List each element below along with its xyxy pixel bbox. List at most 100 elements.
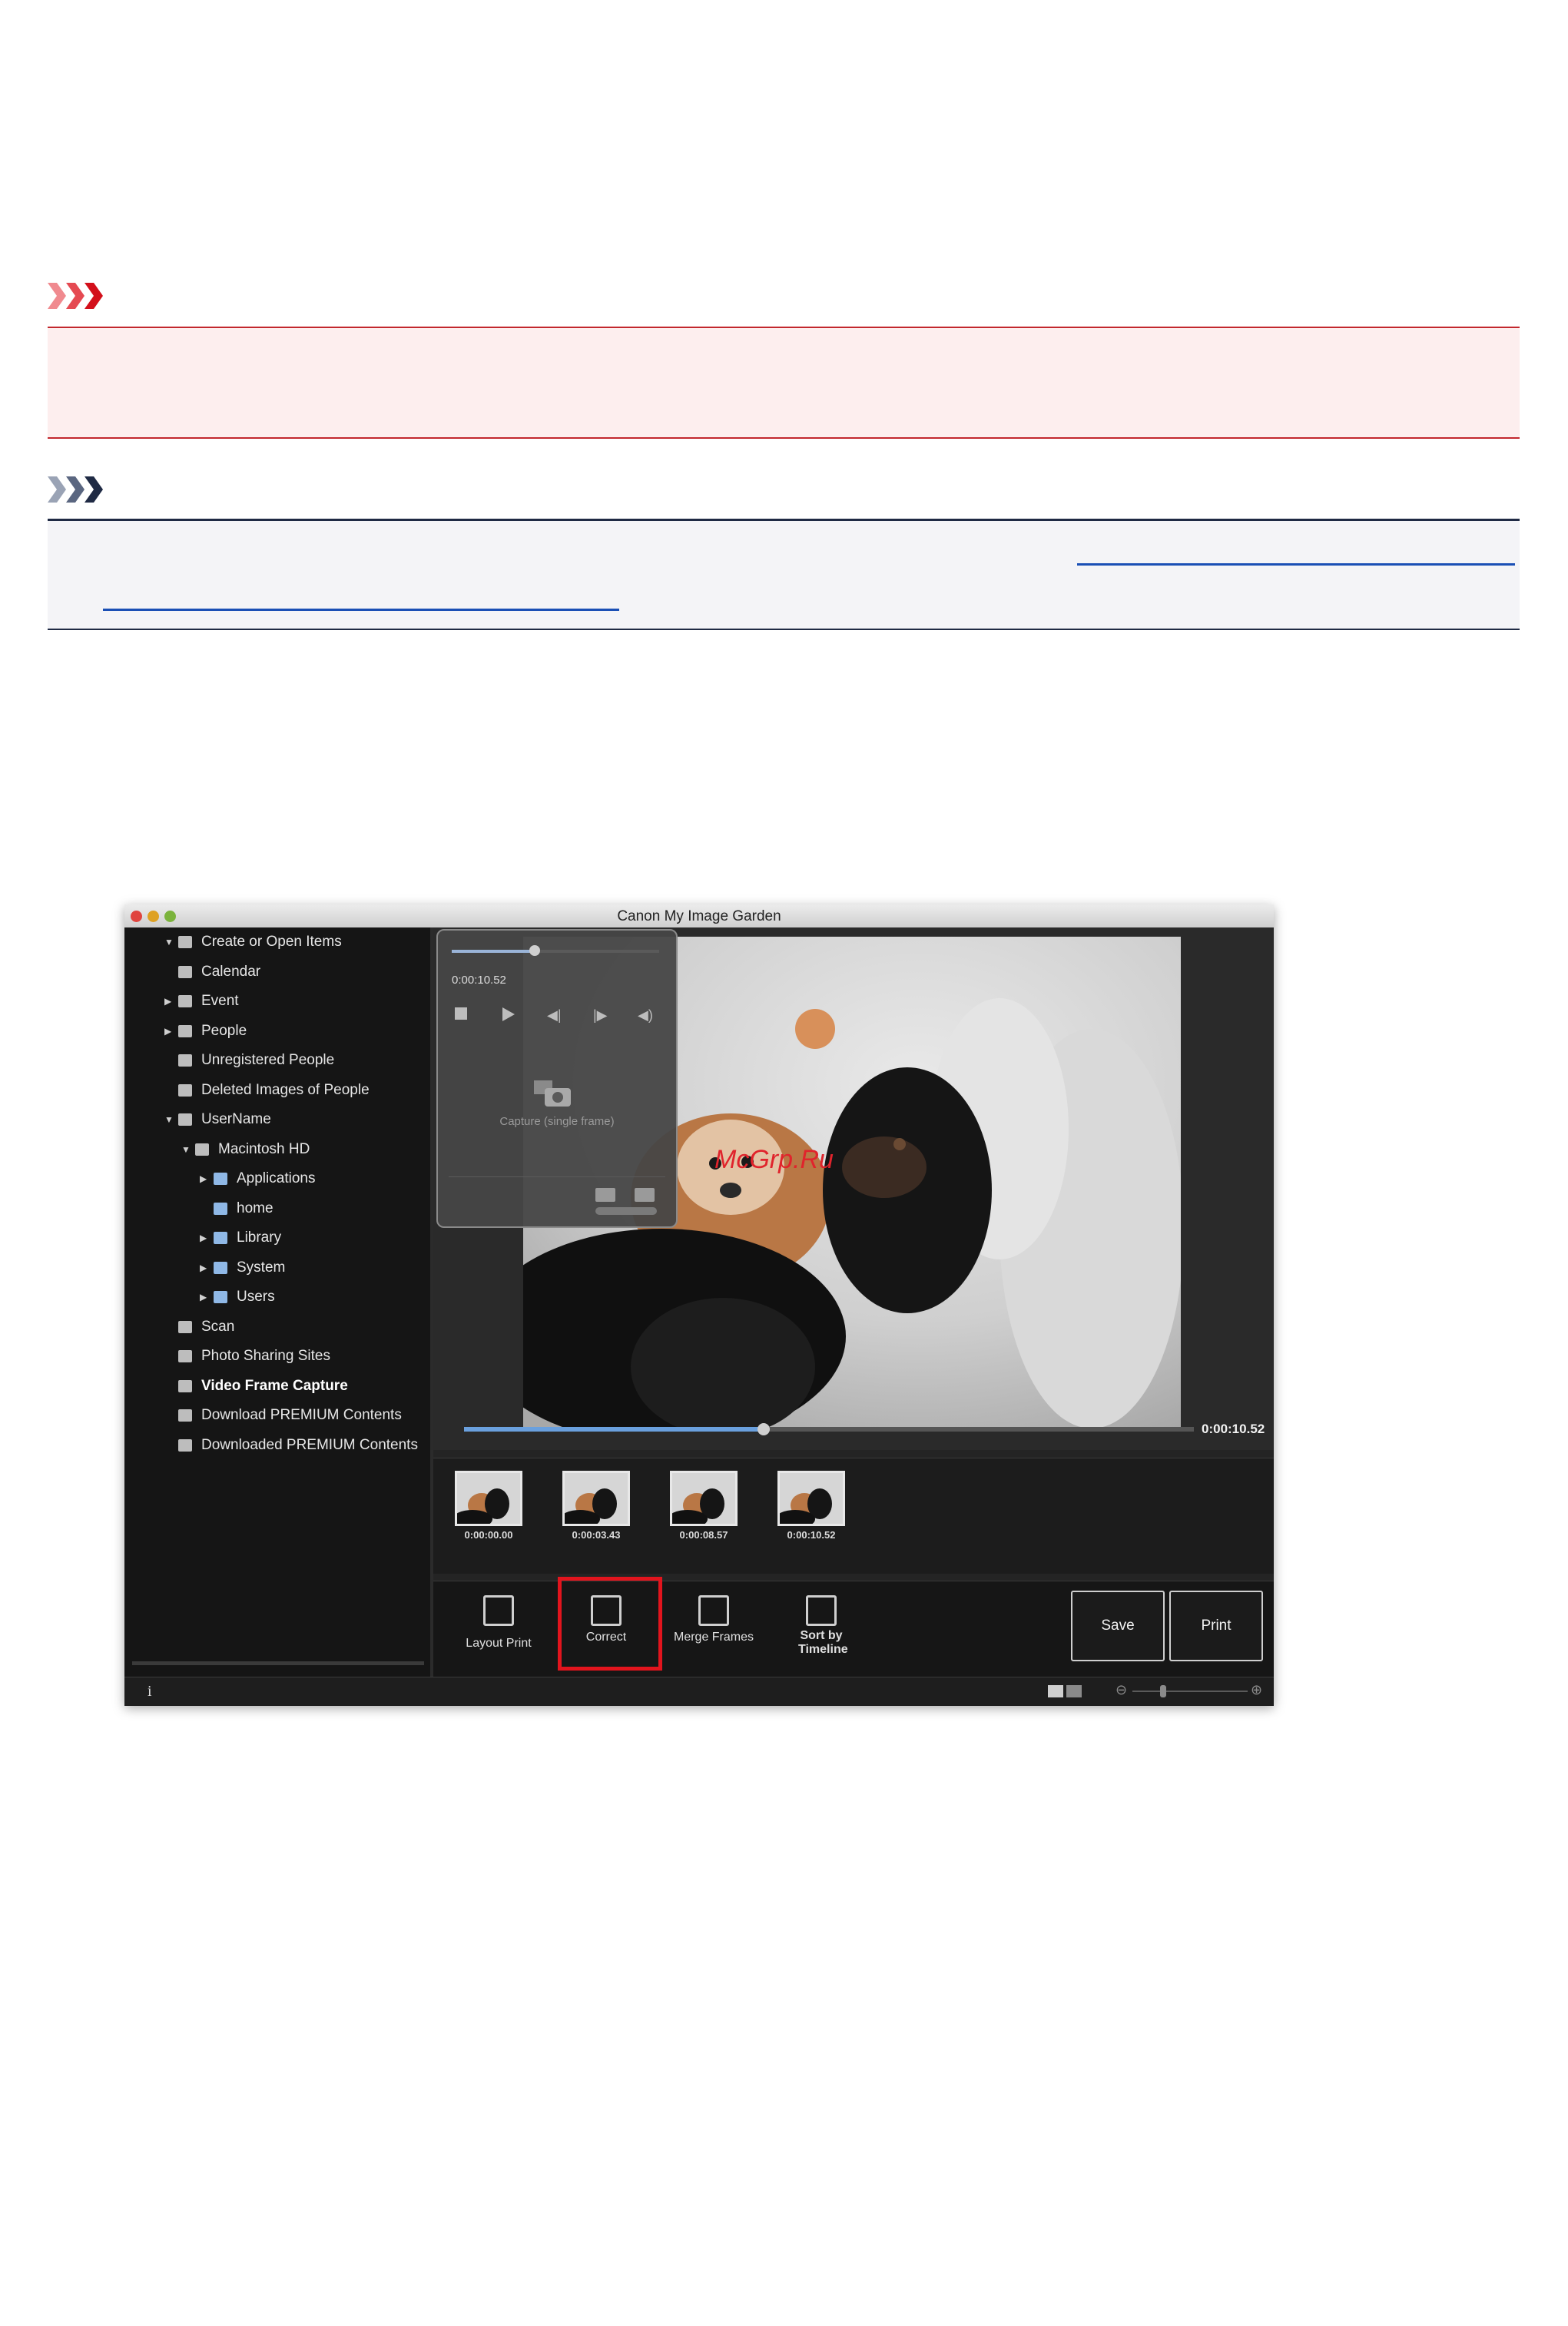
- sort-by-timeline-button[interactable]: Sort by Timeline: [771, 1591, 871, 1667]
- timeline-handle[interactable]: [757, 1423, 770, 1435]
- view-mode-icon-1[interactable]: [1048, 1685, 1063, 1697]
- zoom-out-icon[interactable]: ⊖: [1116, 1682, 1127, 1698]
- sidebar: ▼ Create or Open Items Calendar ▶ Event ▶ Peop…: [124, 927, 433, 1677]
- item-icon: [178, 1438, 192, 1452]
- captured-frames-strip: 0:00:00.00 0:00:03.43 0:00:08.57 0:00:10.52: [433, 1458, 1274, 1574]
- chevron-right-icon[interactable]: ▶: [200, 1256, 207, 1279]
- zoom-slider-handle[interactable]: [1160, 1685, 1166, 1697]
- player-seek-handle[interactable]: [529, 945, 540, 956]
- sidebar-item-label: Scan: [201, 1318, 235, 1335]
- app-window: Canon My Image Garden ▼ Create or Open It…: [124, 904, 1274, 1706]
- item-icon: [178, 1350, 192, 1362]
- frame-timestamp: 0:00:03.43: [572, 1529, 621, 1541]
- sidebar-item-label: Downloaded PREMIUM Contents: [201, 1436, 418, 1453]
- preview-area: 0:00:10.52 ◀| |▶ ◀) Capture (single fram…: [433, 927, 1274, 1450]
- folder-icon: [214, 1261, 227, 1274]
- item-icon: [178, 1409, 192, 1422]
- sidebar-item-label: Event: [201, 993, 239, 1009]
- frame-thumbnail[interactable]: [670, 1471, 738, 1526]
- watermark: McGrp.Ru: [714, 1145, 834, 1174]
- correct-highlight-box: [558, 1577, 662, 1671]
- previous-frame-icon[interactable]: ◀|: [547, 1007, 562, 1024]
- frame-timestamp: 0:00:10.52: [787, 1529, 836, 1541]
- frame-timestamp: 0:00:08.57: [679, 1529, 728, 1541]
- item-icon: [178, 995, 192, 1007]
- item-icon: [178, 1054, 192, 1067]
- sidebar-scrollbar[interactable]: [132, 1661, 424, 1665]
- folder-icon: [214, 1232, 227, 1244]
- bottom-toolbar: Layout Print Correct Merge Frames Sort b…: [433, 1577, 1274, 1677]
- folder-icon: [214, 1173, 227, 1185]
- player-seek-fill: [452, 950, 535, 953]
- stop-button[interactable]: [455, 1007, 467, 1020]
- zoom-slider[interactable]: [1132, 1691, 1248, 1692]
- panel-collapse-handle[interactable]: [595, 1207, 657, 1215]
- chevron-right-icon[interactable]: ▶: [200, 1226, 207, 1249]
- capture-single-frame-label: Capture (single frame): [499, 1115, 615, 1128]
- merge-frames-button[interactable]: Merge Frames: [664, 1591, 764, 1667]
- capture-mode-icon-1[interactable]: [595, 1188, 615, 1202]
- item-icon: [178, 965, 192, 978]
- sidebar-item-label: Unregistered People: [201, 1052, 335, 1068]
- sidebar-item-label: UserName: [201, 1111, 271, 1127]
- next-frame-icon[interactable]: |▶: [593, 1007, 608, 1024]
- important-box: [48, 327, 1520, 439]
- merge-frames-icon: [698, 1595, 729, 1626]
- frame-thumbnail[interactable]: [455, 1471, 522, 1526]
- capture-camera-icon[interactable]: [534, 1080, 572, 1108]
- chevron-right-icon[interactable]: ▶: [200, 1167, 207, 1190]
- sidebar-item-label: Create or Open Items: [201, 934, 342, 950]
- important-icon: [48, 283, 124, 309]
- note-icon: [48, 476, 124, 503]
- item-icon: [178, 1024, 192, 1037]
- save-button[interactable]: Save: [1071, 1591, 1165, 1661]
- item-icon: [178, 1083, 192, 1097]
- zoom-in-icon[interactable]: ⊕: [1251, 1682, 1262, 1698]
- chevron-down-icon[interactable]: ▼: [164, 1108, 174, 1131]
- play-button[interactable]: [502, 1007, 515, 1021]
- volume-icon[interactable]: ◀): [638, 1007, 653, 1024]
- player-time: 0:00:10.52: [452, 974, 506, 987]
- capture-mode-icon-2[interactable]: [635, 1188, 655, 1202]
- sidebar-item-label: Applications: [237, 1170, 316, 1186]
- frame-timestamp: 0:00:00.00: [464, 1529, 513, 1541]
- sidebar-item-label: Macintosh HD: [218, 1140, 310, 1157]
- chevron-right-icon[interactable]: ▶: [164, 1020, 171, 1043]
- note-link-2[interactable]: [103, 609, 619, 611]
- view-mode-icon-2[interactable]: [1066, 1685, 1082, 1697]
- frame-thumbnail[interactable]: [777, 1471, 845, 1526]
- print-button[interactable]: Print: [1169, 1591, 1263, 1661]
- info-icon[interactable]: i: [148, 1683, 152, 1701]
- chevron-down-icon[interactable]: ▼: [164, 931, 174, 954]
- panel-divider: [449, 1176, 665, 1177]
- sort-by-timeline-icon: [806, 1595, 837, 1626]
- item-icon: [178, 1113, 192, 1126]
- layout-print-icon: [483, 1595, 514, 1626]
- item-icon: [178, 1320, 192, 1333]
- chevron-right-icon[interactable]: ▶: [200, 1286, 207, 1309]
- sidebar-item-label: People: [201, 1022, 247, 1039]
- layout-print-button[interactable]: Layout Print: [449, 1591, 549, 1667]
- sidebar-item-label: System: [237, 1259, 286, 1276]
- status-bar: i ⊖ ⊕: [124, 1677, 1274, 1706]
- note-box: [48, 519, 1520, 630]
- playback-panel: 0:00:10.52 ◀| |▶ ◀) Capture (single fram…: [436, 929, 678, 1228]
- main-content: 0:00:10.52 ◀| |▶ ◀) Capture (single fram…: [433, 927, 1274, 1677]
- window-title: Canon My Image Garden: [617, 908, 781, 924]
- sidebar-item-label: Library: [237, 1229, 282, 1246]
- chevron-down-icon[interactable]: ▼: [181, 1138, 191, 1161]
- sidebar-item-label: Photo Sharing Sites: [201, 1348, 330, 1364]
- sidebar-item-label: Deleted Images of People: [201, 1081, 370, 1098]
- item-icon: [178, 1379, 192, 1392]
- sidebar-item-label: Video Frame Capture: [201, 1377, 348, 1394]
- item-icon: [195, 1143, 209, 1156]
- sidebar-item-label: Download PREMIUM Contents: [201, 1407, 402, 1423]
- chevron-right-icon[interactable]: ▶: [164, 990, 171, 1013]
- sidebar-item-label: Users: [237, 1289, 275, 1305]
- timeline-time: 0:00:10.52: [1202, 1422, 1265, 1436]
- sidebar-item-label: home: [237, 1199, 273, 1216]
- note-link-1[interactable]: [1077, 563, 1515, 566]
- folder-icon: [214, 1291, 227, 1303]
- item-icon: [178, 936, 192, 948]
- frame-thumbnail[interactable]: [562, 1471, 630, 1526]
